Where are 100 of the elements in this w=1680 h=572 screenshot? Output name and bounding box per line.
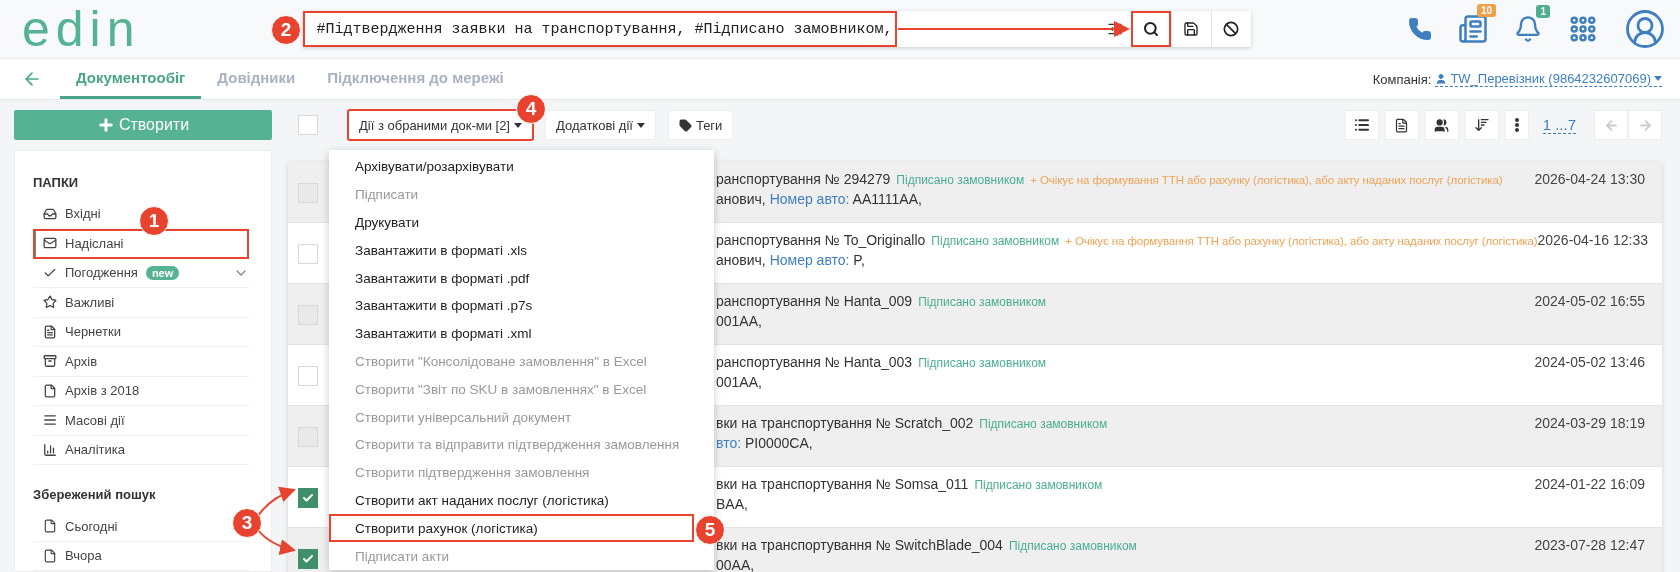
menu-item[interactable]: Завантажити в форматі .xls: [329, 236, 694, 265]
document-view-button[interactable]: [1384, 110, 1419, 140]
document-status: Підписано замовником: [974, 477, 1103, 493]
folder-label: Архів: [65, 353, 98, 369]
list-view-button[interactable]: [1344, 110, 1379, 140]
menu-item[interactable]: Завантажити в форматі .xml: [329, 319, 694, 348]
envelope-icon: [43, 236, 57, 251]
document-note: + Очікує на формування ТТН або рахунку (логістика), або акту наданих послуг (логістика): [1030, 173, 1503, 188]
folder-label: Аналітика: [65, 442, 125, 458]
section-title: Збережений пошук: [33, 487, 157, 502]
plus-icon: [96, 115, 115, 134]
field-value: AA1111AA,: [851, 191, 922, 207]
apps-grid-icon[interactable]: [1568, 14, 1598, 44]
folder-label: Погодження: [65, 265, 138, 281]
document-icon: [43, 548, 57, 563]
menu-item[interactable]: Створити акт наданих послуг (логістика): [329, 486, 694, 515]
document-status: Підписано замовником: [931, 233, 1060, 249]
field-value: P,: [852, 252, 865, 268]
tags-button[interactable]: Теги: [667, 110, 734, 140]
pager-link[interactable]: 1 ...7: [1542, 116, 1576, 134]
ban-icon: [1223, 21, 1240, 37]
phone-icon[interactable]: [1408, 17, 1432, 41]
folder-label: Масові дії: [65, 412, 125, 428]
field-value: 001AA,: [716, 374, 762, 390]
document-status: Підписано замовником: [979, 416, 1108, 432]
arrow-right-icon: [1637, 117, 1653, 133]
search-field[interactable]: #Підтвердження заявки на транспортування, #Підписано замовником,: [302, 11, 897, 47]
folder-label: Чернетки: [65, 324, 121, 340]
list-icon: [43, 413, 57, 428]
field-value: анович,: [716, 191, 767, 207]
document-icon: [1394, 117, 1410, 133]
folder-item[interactable]: Архів з 2018: [33, 376, 249, 406]
vertical-dots-icon: [1514, 118, 1519, 132]
document-title: ранспортування № 294279: [716, 171, 891, 187]
field-label: Номер авто:: [769, 252, 850, 268]
sort-button[interactable]: [1464, 110, 1499, 140]
folder-item[interactable]: Масові дії: [33, 406, 249, 436]
bell-icon[interactable]: [1514, 15, 1542, 43]
saved-search-label: Сьогодні: [65, 518, 118, 534]
document-date: 2026-04-16 12:33: [1537, 231, 1649, 250]
saved-search-item[interactable]: Вчора: [33, 541, 110, 570]
field-value: 00AA,: [716, 557, 755, 572]
folder-label: Надіслані: [65, 235, 124, 251]
document-title: ранспортування № To_Originallo: [716, 232, 926, 248]
select-all-checkbox[interactable]: [298, 115, 318, 135]
tag-icon: [678, 118, 692, 132]
document-icon: [43, 383, 57, 398]
star-icon: [43, 295, 57, 310]
new-badge: new: [145, 265, 180, 280]
clear-search-button[interactable]: [1210, 11, 1251, 47]
document-date: 2023-07-28 12:47: [1534, 536, 1645, 555]
inbox-icon: [43, 206, 57, 221]
document-status: Підписано замовником: [1008, 538, 1137, 554]
field-value: 001AA,: [716, 313, 762, 329]
user-icon: [1435, 72, 1448, 85]
field-label: вто:: [716, 435, 742, 451]
document-title: ранспортування № Hanta_009: [716, 293, 913, 309]
folder-item[interactable]: Погодження new: [33, 258, 249, 288]
bar-chart-icon: [43, 442, 57, 457]
section-title: ПАПКИ: [33, 174, 80, 190]
document-note: + Очікує на формування ТТН або рахунку (логістика), або акту наданих послуг (логістика): [1065, 234, 1538, 249]
folder-item[interactable]: Чернетки: [33, 317, 249, 347]
company-label: Компанія:: [1372, 71, 1432, 87]
row-checkbox[interactable]: [298, 549, 318, 569]
row-checkbox[interactable]: [298, 488, 318, 508]
search-button[interactable]: [1130, 11, 1171, 47]
users-icon: [1434, 117, 1450, 133]
count-badge: 1: [1536, 5, 1550, 18]
saved-search-item[interactable]: Сьогодні: [33, 512, 126, 541]
field-label: Номер авто:: [769, 191, 850, 207]
document-date: 2026-04-24 13:30: [1534, 170, 1645, 189]
newspaper-icon[interactable]: [1458, 14, 1488, 44]
document-title: вки на транспортування № Somsa_011: [716, 476, 969, 492]
check-icon: [302, 492, 314, 504]
menu-item[interactable]: Завантажити в форматі .p7s: [329, 292, 694, 320]
folder-label: Вхідні: [65, 206, 101, 222]
field-value: PI0000CA,: [743, 435, 813, 451]
document-title: ранспортування № Hanta_003: [716, 354, 913, 370]
more-options-button[interactable]: [1504, 110, 1529, 140]
users-button[interactable]: [1424, 110, 1459, 140]
document-date: 2024-03-29 18:19: [1534, 414, 1645, 433]
field-value: BAA,: [716, 496, 748, 512]
document-date: 2024-01-22 16:09: [1534, 475, 1645, 494]
document-title: вки на транспортування № Scratch_002: [716, 415, 974, 431]
document-status: Підписано замовником: [896, 172, 1025, 188]
document-date: 2024-05-02 16:55: [1534, 292, 1645, 311]
company-link[interactable]: TW_Перевізник (9864232607069): [1435, 71, 1662, 87]
save-search-button[interactable]: [1170, 11, 1211, 47]
saved-search-label: Вчора: [65, 548, 102, 564]
folder-item[interactable]: Архів: [33, 347, 249, 377]
list-icon: [1353, 117, 1370, 133]
search-icon: [1143, 21, 1160, 37]
more-actions-button[interactable]: Додаткові дії: [545, 110, 656, 140]
document-date: 2024-05-02 13:46: [1534, 353, 1645, 372]
document-status: Підписано замовником: [918, 294, 1047, 310]
avatar-icon[interactable]: [1624, 8, 1666, 50]
filter-sliders-icon[interactable]: [1106, 21, 1123, 37]
caret-icon: [514, 122, 522, 128]
folder-item[interactable]: Важливі: [33, 288, 249, 318]
folder-item[interactable]: Аналітика: [33, 435, 249, 465]
